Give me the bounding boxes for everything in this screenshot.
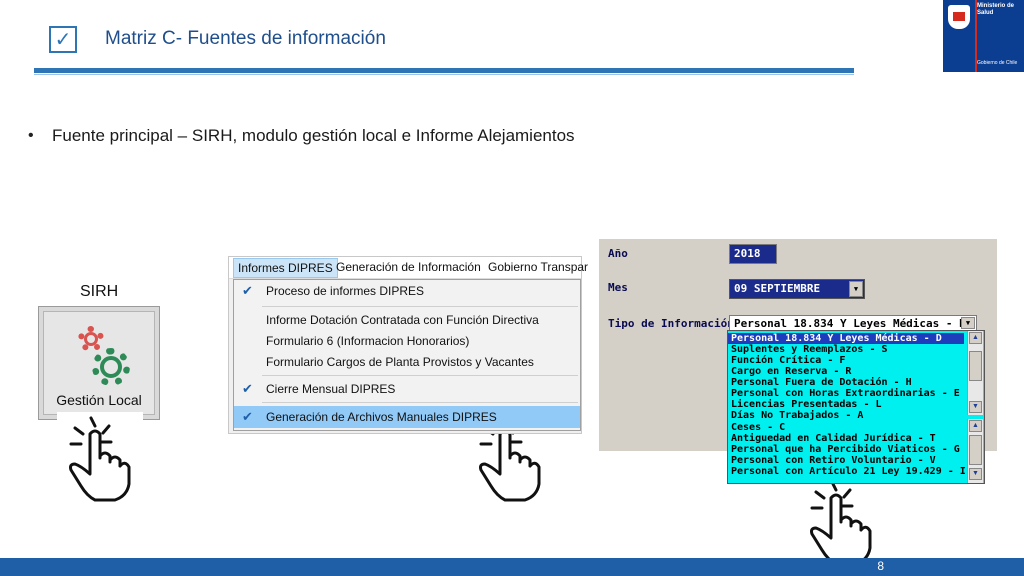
year-label: Año (608, 247, 628, 260)
dropdown-arrow-icon[interactable]: ▼ (849, 281, 863, 297)
footer-bar: 8 (0, 558, 1024, 576)
bullet-text: Fuente principal – SIRH, modulo gestión … (52, 126, 575, 145)
type-label: Tipo de Información (608, 317, 734, 330)
menu-item-label: Proceso de informes DIPRES (266, 284, 425, 298)
scroll-down-icon[interactable]: ▼ (969, 401, 982, 413)
list-item[interactable]: Personal que ha Percibido Viaticos - G (731, 444, 960, 455)
menu-item-label: Cierre Mensual DIPRES (266, 382, 396, 396)
checkbox-icon: ✓ (49, 26, 77, 53)
list-item[interactable]: Cargo en Reserva - R (731, 366, 851, 377)
menu-item-cargos-planta[interactable]: Formulario Cargos de Planta Provistos y … (234, 351, 580, 373)
check-icon: ✔ (242, 409, 253, 424)
menu-generacion-informacion[interactable]: Generación de Información (336, 260, 481, 274)
list-item[interactable]: Ceses - C (731, 422, 785, 433)
menu-separator (262, 402, 578, 403)
menu-item-archivos-manuales[interactable]: ✔ Generación de Archivos Manuales DIPRES (234, 406, 580, 428)
menu-separator (262, 375, 578, 376)
menu-item-label: Generación de Archivos Manuales DIPRES (266, 410, 497, 424)
dropdown-arrow-icon[interactable]: ▼ (961, 317, 975, 329)
type-select[interactable]: Personal 18.834 Y Leyes Médicas - D ▼ (729, 315, 977, 331)
check-icon: ✔ (242, 283, 253, 298)
coat-of-arms-icon (948, 5, 970, 29)
list-item[interactable]: Función Crítica - F (731, 355, 845, 366)
menubar: Informes DIPRES Generación de Informació… (229, 257, 588, 279)
pointing-hand-icon (798, 476, 884, 566)
list-item[interactable]: Personal con Horas Extraordinarias - E (731, 388, 960, 399)
menu-item-cierre-mensual[interactable]: ✔ Cierre Mensual DIPRES (234, 378, 580, 400)
list-item[interactable]: Licencias Presentadas - L (731, 399, 882, 410)
list-item[interactable]: Antiguedad en Calidad Jurídica - T (731, 433, 936, 444)
list-scrollbar-upper[interactable]: ▲ ▼ (967, 331, 983, 415)
menu-item-label: Informe Dotación Contratada con Función … (266, 313, 539, 327)
gear-red-core-icon (84, 332, 98, 346)
month-label: Mes (608, 281, 628, 294)
page-number: 8 (877, 559, 884, 573)
gestion-local-button[interactable]: Gestión Local (38, 306, 160, 420)
gear-green-core-icon (100, 356, 122, 378)
month-value: 09 SEPTIEMBRE (734, 282, 821, 295)
list-item[interactable]: Personal 18.834 Y Leyes Médicas - D (728, 333, 964, 344)
scroll-up-icon[interactable]: ▲ (969, 420, 982, 432)
pointing-hand-icon (57, 412, 143, 502)
logo-government-text: Gobierno de Chile (977, 60, 1018, 66)
list-item[interactable]: Personal Fuera de Dotación - H (731, 377, 912, 388)
list-item[interactable]: Días No Trabajados - A (731, 410, 863, 421)
year-field[interactable]: 2018 (729, 244, 777, 264)
menu-item-label: Formulario Cargos de Planta Provistos y … (266, 355, 534, 369)
logo-ministry-text: Ministerio de Salud (977, 3, 1015, 16)
list-item[interactable]: Personal con Retiro Voluntario - V (731, 455, 936, 466)
type-value: Personal 18.834 Y Leyes Médicas - D (734, 317, 966, 330)
menu-item-formulario-6[interactable]: Formulario 6 (Informacion Honorarios) (234, 330, 580, 352)
list-scrollbar-lower[interactable]: ▲ ▼ (967, 419, 983, 483)
type-options-list[interactable]: Personal 18.834 Y Leyes Médicas - D Supl… (727, 330, 985, 484)
ministerio-logo: Ministerio de Salud Gobierno de Chile (943, 0, 1024, 72)
check-icon: ✔ (242, 381, 253, 396)
dipres-menu-window: Informes DIPRES Generación de Informació… (228, 256, 588, 434)
menu-item-label: Formulario 6 (Informacion Honorarios) (266, 334, 470, 348)
month-select[interactable]: 09 SEPTIEMBRE ▼ (729, 279, 865, 299)
scroll-thumb[interactable] (969, 351, 982, 381)
bullet-icon: • (28, 127, 34, 144)
scroll-thumb[interactable] (969, 435, 982, 465)
menu-gobierno-transparente[interactable]: Gobierno Transpar (488, 260, 588, 274)
gestion-local-button-face: Gestión Local (43, 311, 155, 415)
menu-informes-dipres[interactable]: Informes DIPRES (233, 258, 338, 278)
gestion-local-label: Gestión Local (56, 392, 142, 408)
menu-separator (262, 306, 578, 307)
list-item[interactable]: Suplentes y Reemplazos - S (731, 344, 888, 355)
title-divider (34, 68, 854, 73)
title-divider-thin (34, 74, 854, 75)
list-item[interactable]: Personal con Artículo 21 Ley 19.429 - I (731, 466, 966, 477)
scroll-down-icon[interactable]: ▼ (969, 468, 982, 480)
slide-title: Matriz C- Fuentes de información (105, 28, 386, 49)
sirh-label: SIRH (80, 283, 119, 300)
menu-item-dotacion-directiva[interactable]: Informe Dotación Contratada con Función … (234, 309, 580, 331)
scroll-up-icon[interactable]: ▲ (969, 332, 982, 344)
dipres-dropdown: ✔ Proceso de informes DIPRES Informe Dot… (233, 279, 581, 431)
menu-item-proceso-informes[interactable]: ✔ Proceso de informes DIPRES (234, 280, 580, 302)
